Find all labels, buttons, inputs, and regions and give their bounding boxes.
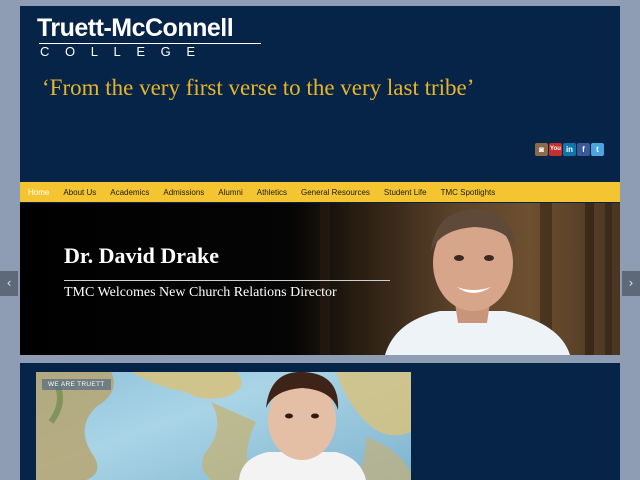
nav-home[interactable]: Home	[28, 188, 49, 197]
banner-tree	[605, 203, 612, 355]
page-frame: Truett-McConnell COLLEGE ‘From the very …	[20, 6, 620, 480]
slider-next-button[interactable]: ›	[622, 271, 640, 296]
feature-photo[interactable]: WE ARE TRUETT	[36, 372, 411, 480]
feature-badge: WE ARE TRUETT	[42, 379, 111, 390]
nav-academics[interactable]: Academics	[110, 188, 149, 197]
logo-college: COLLEGE	[40, 44, 211, 59]
nav-tmc-spotlights[interactable]: TMC Spotlights	[441, 188, 496, 197]
nav-admissions[interactable]: Admissions	[163, 188, 204, 197]
instagram-icon[interactable]: ◙	[535, 143, 548, 156]
nav-alumni[interactable]: Alumni	[218, 188, 242, 197]
nav-athletics[interactable]: Athletics	[257, 188, 287, 197]
nav-student-life[interactable]: Student Life	[384, 188, 427, 197]
nav-about-us[interactable]: About Us	[63, 188, 96, 197]
hero-banner[interactable]: Dr. David Drake TMC Welcomes New Church …	[20, 203, 620, 355]
banner-tree	[585, 203, 594, 355]
section-divider	[20, 355, 620, 363]
twitter-icon[interactable]: t	[591, 143, 604, 156]
banner-title: Dr. David Drake	[64, 243, 220, 268]
banner-tree	[320, 203, 330, 355]
slider-prev-button[interactable]: ‹	[0, 271, 18, 296]
facebook-icon[interactable]: f	[577, 143, 590, 156]
youtube-icon[interactable]: You	[549, 143, 562, 156]
nav-general-resources[interactable]: General Resources	[301, 188, 370, 197]
site-logo[interactable]: Truett-McConnell COLLEGE	[37, 14, 261, 59]
linkedin-icon[interactable]: in	[563, 143, 576, 156]
banner-subtitle: TMC Welcomes New Church Relations Direct…	[64, 285, 337, 300]
banner-divider	[64, 280, 390, 281]
logo-name: Truett-McConnell	[37, 14, 234, 42]
portrait-photo	[385, 209, 570, 355]
main-nav: Home About Us Academics Admissions Alumn…	[20, 182, 620, 202]
banner-tree	[350, 203, 364, 355]
site-tagline: ‘From the very first verse to the very l…	[42, 75, 475, 100]
social-links: ◙ You in f t	[535, 143, 604, 156]
